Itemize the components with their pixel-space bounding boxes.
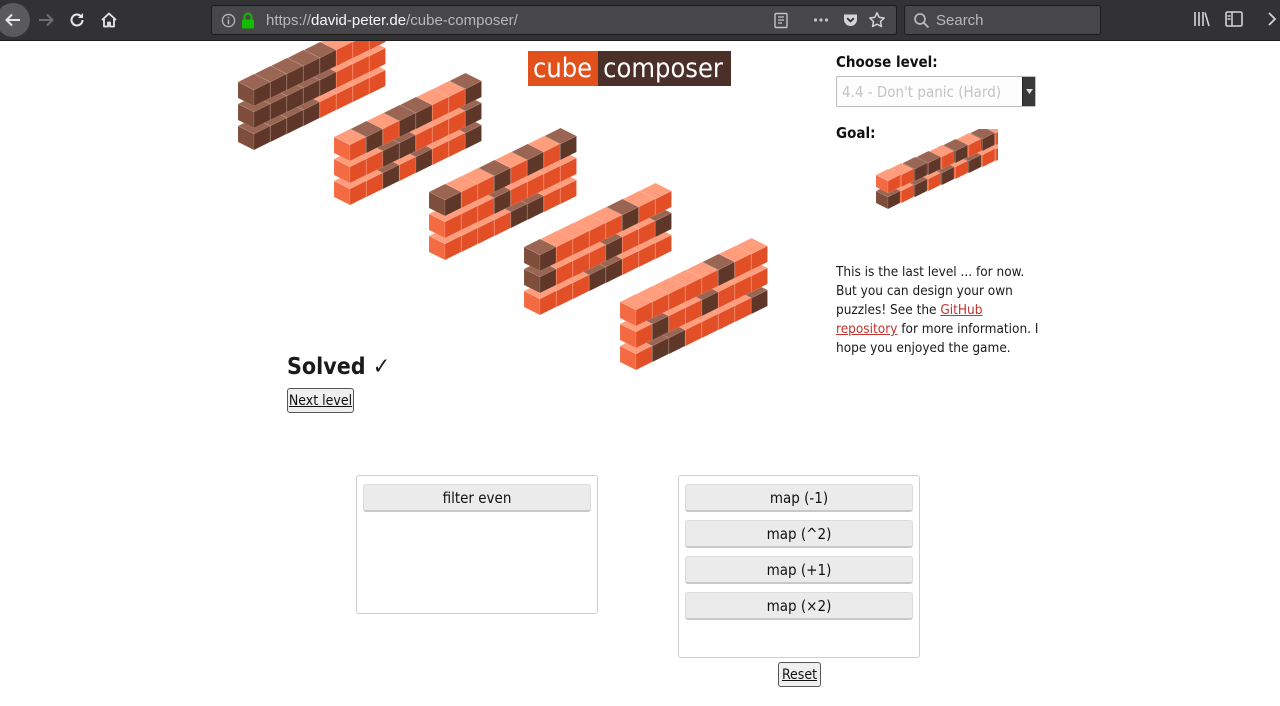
forward-arrow-icon bbox=[39, 13, 54, 27]
sidebar-icon[interactable] bbox=[1225, 11, 1243, 27]
function-filter-even[interactable]: filter even bbox=[363, 484, 591, 512]
info-icon[interactable] bbox=[221, 13, 236, 28]
url-scheme: https:// bbox=[266, 12, 312, 29]
overflow-icon[interactable] bbox=[1266, 11, 1280, 27]
address-bar[interactable]: https://david-peter.de/cube-composer/ bbox=[211, 5, 897, 35]
next-level-button[interactable]: Next level bbox=[287, 388, 354, 413]
level-select[interactable]: 4.4 - Don't panic (Hard) bbox=[836, 76, 1036, 107]
browser-toolbar: https://david-peter.de/cube-composer/ Se… bbox=[0, 0, 1280, 41]
available-functions-panel[interactable]: filter even bbox=[356, 475, 598, 614]
url-host: david-peter.de bbox=[311, 12, 407, 29]
url-text[interactable]: https://david-peter.de/cube-composer/ bbox=[266, 12, 518, 29]
home-icon bbox=[101, 12, 117, 28]
search-icon bbox=[914, 13, 930, 29]
library-icon[interactable] bbox=[1192, 10, 1212, 28]
goal-wall bbox=[875, 129, 998, 210]
pocket-icon[interactable] bbox=[842, 12, 859, 29]
forward-button[interactable] bbox=[30, 4, 62, 36]
lock-icon[interactable] bbox=[240, 12, 256, 29]
function-map-plus-1[interactable]: map (+1) bbox=[685, 556, 913, 584]
reader-view-icon[interactable] bbox=[773, 12, 789, 29]
choose-level-label: Choose level: bbox=[836, 53, 938, 71]
back-arrow-icon bbox=[5, 13, 20, 27]
function-map-times-2[interactable]: map (×2) bbox=[685, 592, 913, 620]
url-path: /cube-composer/ bbox=[406, 12, 518, 29]
cube-composer-page: cube composer Solved ✓ Next level Choose… bbox=[0, 41, 1280, 706]
more-actions-icon[interactable] bbox=[812, 11, 830, 29]
chevron-down-icon[interactable] bbox=[1022, 77, 1035, 106]
back-button[interactable] bbox=[0, 3, 30, 37]
reload-button[interactable] bbox=[61, 4, 93, 36]
function-map-square[interactable]: map (^2) bbox=[685, 520, 913, 548]
program-panel[interactable]: map (-1) map (^2) map (+1) map (×2) bbox=[678, 475, 920, 658]
search-bar[interactable]: Search bbox=[904, 5, 1101, 35]
info-text: This is the last level ... for now. But … bbox=[836, 263, 1041, 358]
reset-button[interactable]: Reset bbox=[778, 662, 821, 687]
home-button[interactable] bbox=[93, 4, 125, 36]
reload-icon bbox=[70, 13, 84, 27]
search-placeholder: Search bbox=[936, 12, 984, 29]
function-map-minus-1[interactable]: map (-1) bbox=[685, 484, 913, 512]
level-select-value: 4.4 - Don't panic (Hard) bbox=[842, 83, 1002, 101]
goal-preview bbox=[875, 129, 998, 210]
bookmark-star-icon[interactable] bbox=[868, 11, 886, 29]
solved-status: Solved ✓ bbox=[287, 354, 391, 380]
info-text-start: This is the last level ... for now. But … bbox=[836, 264, 1025, 318]
